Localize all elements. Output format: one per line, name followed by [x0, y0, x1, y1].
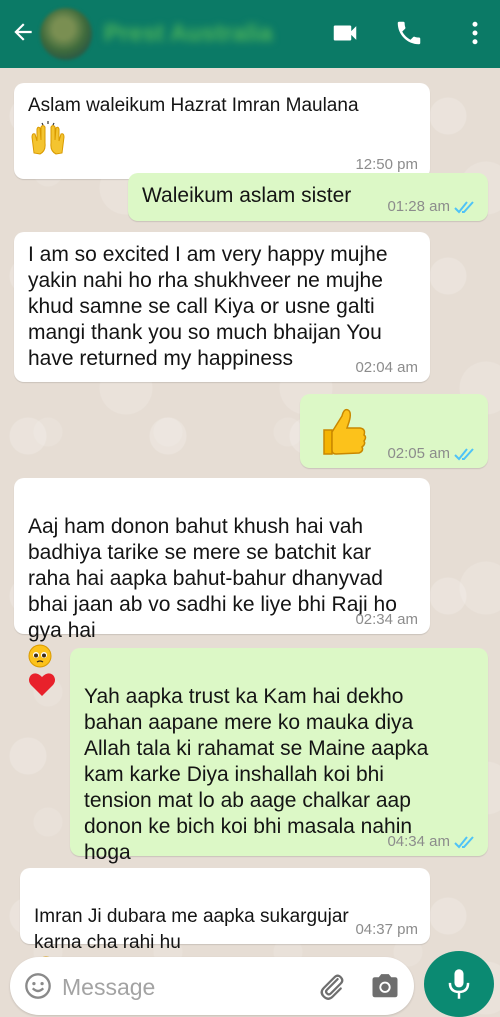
camera-icon[interactable]	[370, 972, 400, 1000]
incoming-message[interactable]: Imran Ji dubara me aapka sukargujar karn…	[20, 868, 430, 980]
more-vert-icon[interactable]	[460, 18, 490, 48]
read-receipt-icon	[454, 200, 474, 213]
message-meta: 04:37 pm	[355, 921, 418, 938]
message-time: 01:28 am	[387, 198, 450, 215]
read-receipt-icon	[454, 447, 474, 460]
message-input[interactable]: Message	[62, 974, 155, 1001]
emoji-icon[interactable]	[24, 972, 52, 1000]
contact-name[interactable]: Prest Australia	[104, 20, 273, 48]
back-arrow-icon[interactable]	[10, 19, 36, 45]
message-text-body: Yah aapka trust ka Kam hai dekho bahan a…	[84, 685, 429, 864]
red-heart-emoji-icon	[29, 673, 55, 696]
message-list[interactable]: Aslam waleikum Hazrat Imran Maulana 12:5…	[0, 68, 500, 980]
message-composer[interactable]: Message	[10, 957, 414, 1015]
pleading-face-emoji-icon	[28, 644, 52, 668]
message-meta: 12:50 pm	[355, 156, 418, 173]
thumbs-up-emoji-icon	[323, 408, 367, 455]
voice-record-button[interactable]	[424, 951, 494, 1017]
incoming-message[interactable]: I am so excited I am very happy mujhe ya…	[14, 232, 430, 382]
message-time: 12:50 pm	[355, 156, 418, 173]
message-meta: 02:04 am	[355, 359, 418, 376]
message-time: 04:34 am	[387, 833, 450, 850]
outgoing-message[interactable]: Waleikum aslam sister 01:28 am	[128, 173, 488, 221]
incoming-message[interactable]: Aslam waleikum Hazrat Imran Maulana 12:5…	[14, 83, 430, 179]
outgoing-message[interactable]: Yah aapka trust ka Kam hai dekho bahan a…	[70, 648, 488, 891]
message-meta: 01:28 am	[387, 198, 476, 215]
message-meta: 02:34 am	[355, 611, 418, 628]
raised-hands-emoji-icon	[31, 121, 65, 155]
read-receipt-icon	[454, 835, 474, 848]
message-time: 02:05 am	[387, 445, 450, 462]
message-time: 04:37 pm	[355, 921, 418, 938]
message-text: I am so excited I am very happy mujhe ya…	[28, 243, 388, 370]
phone-call-icon[interactable]	[394, 18, 424, 48]
incoming-message[interactable]: Aaj ham donon bahut khush hai vah badhiy…	[14, 478, 430, 696]
attach-icon[interactable]	[317, 971, 347, 1001]
message-meta: 02:05 am	[387, 445, 476, 462]
outgoing-message[interactable]: 02:05 am	[300, 394, 488, 468]
mic-icon	[448, 969, 470, 999]
message-meta: 04:34 am	[387, 833, 476, 850]
message-time: 02:04 am	[355, 359, 418, 376]
video-call-icon[interactable]	[330, 18, 360, 48]
message-text-body: Imran Ji dubara me aapka sukargujar karn…	[34, 906, 349, 953]
message-text: Aslam waleikum Hazrat Imran Maulana	[28, 95, 359, 116]
chat-header: Prest Australia	[0, 0, 500, 68]
message-time: 02:34 am	[355, 611, 418, 628]
contact-avatar[interactable]	[40, 8, 92, 60]
message-text-body: Aaj ham donon bahut khush hai vah badhiy…	[28, 515, 397, 642]
message-text: Yah aapka trust ka Kam hai dekho bahan a…	[84, 658, 474, 895]
